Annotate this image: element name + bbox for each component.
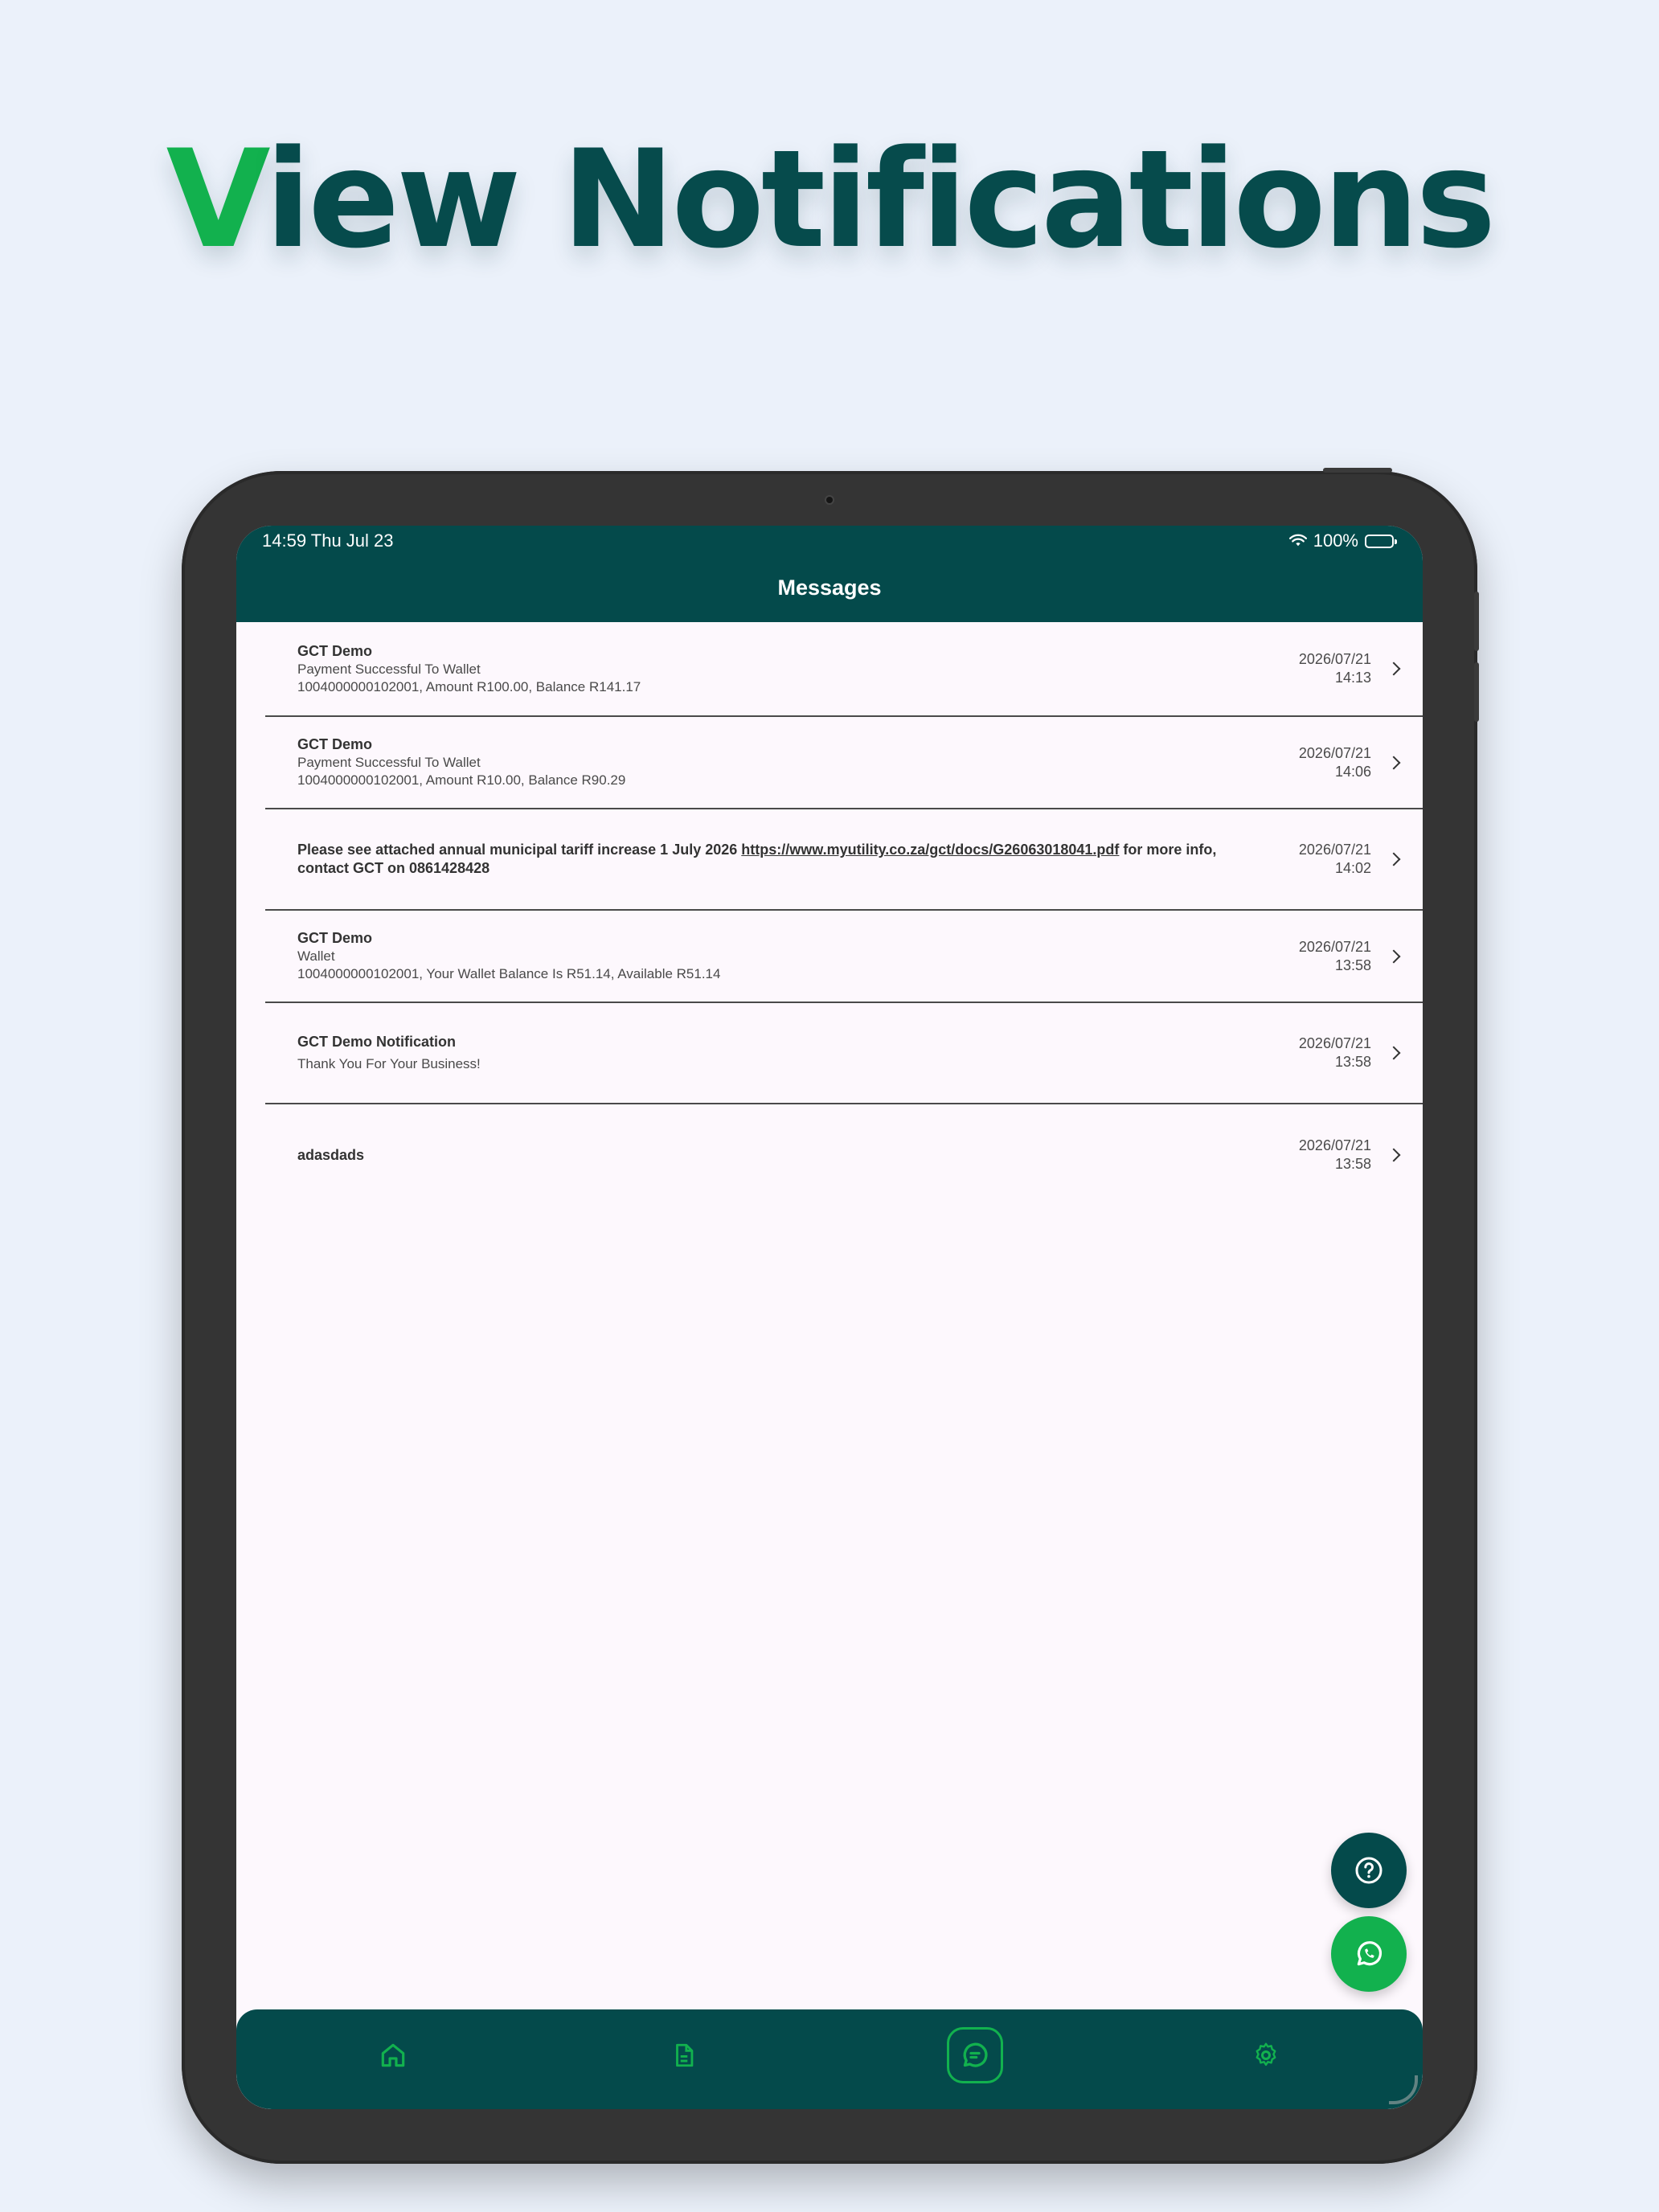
battery-icon	[1365, 534, 1397, 548]
message-date: 2026/07/21	[1298, 842, 1371, 858]
chevron-right-icon	[1387, 852, 1401, 866]
message-title: GCT Demo Notification	[297, 1034, 456, 1050]
message-item[interactable]: GCT Demo Payment Successful To Wallet 10…	[265, 622, 1423, 717]
message-text: Please see attached annual municipal tar…	[297, 841, 1275, 878]
message-content: GCT Demo Wallet 1004000000102001, Your W…	[297, 929, 1275, 983]
message-content: Please see attached annual municipal tar…	[297, 841, 1275, 878]
bottom-nav	[236, 2009, 1423, 2109]
nav-documents[interactable]	[656, 2027, 712, 2083]
question-circle-icon	[1355, 1857, 1382, 1884]
page-title: Messages	[777, 576, 882, 600]
message-timestamp: 2026/07/21 14:02	[1275, 841, 1371, 878]
status-time: 14:59 Thu Jul 23	[262, 530, 394, 551]
message-line: Payment Successful To Wallet	[297, 661, 481, 677]
message-line: Thank You For Your Business!	[297, 1056, 481, 1071]
message-item[interactable]: adasdads 2026/07/21 13:58	[265, 1104, 1423, 1206]
message-link[interactable]: https://www.myutility.co.za/gct/docs/G26…	[741, 842, 1119, 858]
message-time: 13:58	[1334, 1156, 1371, 1172]
message-time: 13:58	[1334, 956, 1371, 973]
battery-percent: 100%	[1313, 530, 1358, 551]
nav-settings[interactable]	[1238, 2027, 1294, 2083]
message-item[interactable]: Please see attached annual municipal tar…	[265, 809, 1423, 911]
message-line: 1004000000102001, Your Wallet Balance Is…	[297, 966, 721, 981]
chevron-right-icon	[1387, 1148, 1401, 1162]
message-item[interactable]: GCT Demo Wallet 1004000000102001, Your W…	[265, 911, 1423, 1003]
nav-home[interactable]	[365, 2027, 421, 2083]
message-date: 2026/07/21	[1298, 938, 1371, 955]
home-icon	[381, 2043, 405, 2067]
message-line: 1004000000102001, Amount R10.00, Balance…	[297, 772, 626, 788]
app-header: 14:59 Thu Jul 23 100% Messages	[236, 526, 1423, 622]
message-item[interactable]: GCT Demo Payment Successful To Wallet 10…	[265, 717, 1423, 809]
message-title: GCT Demo	[297, 736, 373, 752]
message-line: 1004000000102001, Amount R100.00, Balanc…	[297, 678, 641, 694]
status-right: 100%	[1288, 530, 1397, 551]
message-text-before: Please see attached annual municipal tar…	[297, 842, 742, 858]
message-date: 2026/07/21	[1298, 1035, 1371, 1051]
message-date: 2026/07/21	[1298, 1137, 1371, 1153]
message-line: Payment Successful To Wallet	[297, 755, 481, 770]
wifi-icon	[1288, 534, 1307, 547]
app-screen: 14:59 Thu Jul 23 100% Messages GCT Demo …	[236, 526, 1423, 2109]
message-content: GCT Demo Notification Thank You For Your…	[297, 1033, 1275, 1073]
message-timestamp: 2026/07/21 13:58	[1275, 938, 1371, 975]
message-title: adasdads	[297, 1146, 365, 1163]
camera	[825, 495, 834, 505]
message-timestamp: 2026/07/21 13:58	[1275, 1034, 1371, 1071]
top-button	[1323, 468, 1392, 473]
message-time: 14:13	[1334, 670, 1371, 686]
message-timestamp: 2026/07/21 13:58	[1275, 1137, 1371, 1174]
tablet-frame: 14:59 Thu Jul 23 100% Messages GCT Demo …	[182, 468, 1479, 2164]
message-line: Wallet	[297, 948, 335, 964]
nav-messages[interactable]	[947, 2027, 1003, 2083]
chevron-right-icon	[1387, 1046, 1401, 1060]
message-content: adasdads	[297, 1146, 1275, 1165]
chevron-right-icon	[1387, 662, 1401, 676]
message-title: GCT Demo	[297, 642, 373, 659]
chevron-right-icon	[1387, 949, 1401, 963]
headline-rest: iew Notifications	[264, 121, 1497, 278]
headline-first-letter: V	[166, 121, 268, 278]
message-list: GCT Demo Payment Successful To Wallet 10…	[265, 622, 1423, 1206]
volume-down-button	[1474, 662, 1479, 722]
message-title: GCT Demo	[297, 930, 373, 946]
message-icon	[963, 2042, 988, 2067]
help-button[interactable]	[1331, 1833, 1407, 1908]
message-date: 2026/07/21	[1298, 651, 1371, 667]
message-timestamp: 2026/07/21 14:06	[1275, 744, 1371, 781]
message-time: 14:06	[1334, 763, 1371, 780]
whatsapp-button[interactable]	[1331, 1916, 1407, 1992]
chevron-right-icon	[1387, 756, 1401, 769]
gear-icon	[1256, 2042, 1276, 2067]
volume-up-button	[1474, 592, 1479, 651]
message-content: GCT Demo Payment Successful To Wallet 10…	[297, 642, 1275, 696]
message-date: 2026/07/21	[1298, 744, 1371, 761]
message-content: GCT Demo Payment Successful To Wallet 10…	[297, 735, 1275, 789]
message-timestamp: 2026/07/21 14:13	[1275, 650, 1371, 687]
message-time: 14:02	[1334, 860, 1371, 876]
message-item[interactable]: GCT Demo Notification Thank You For Your…	[265, 1003, 1423, 1104]
message-time: 13:58	[1334, 1054, 1371, 1070]
home-indicator	[1389, 2075, 1418, 2104]
headline: View Notifications	[0, 121, 1659, 278]
document-icon	[676, 2043, 694, 2067]
whatsapp-icon	[1357, 1941, 1382, 1966]
